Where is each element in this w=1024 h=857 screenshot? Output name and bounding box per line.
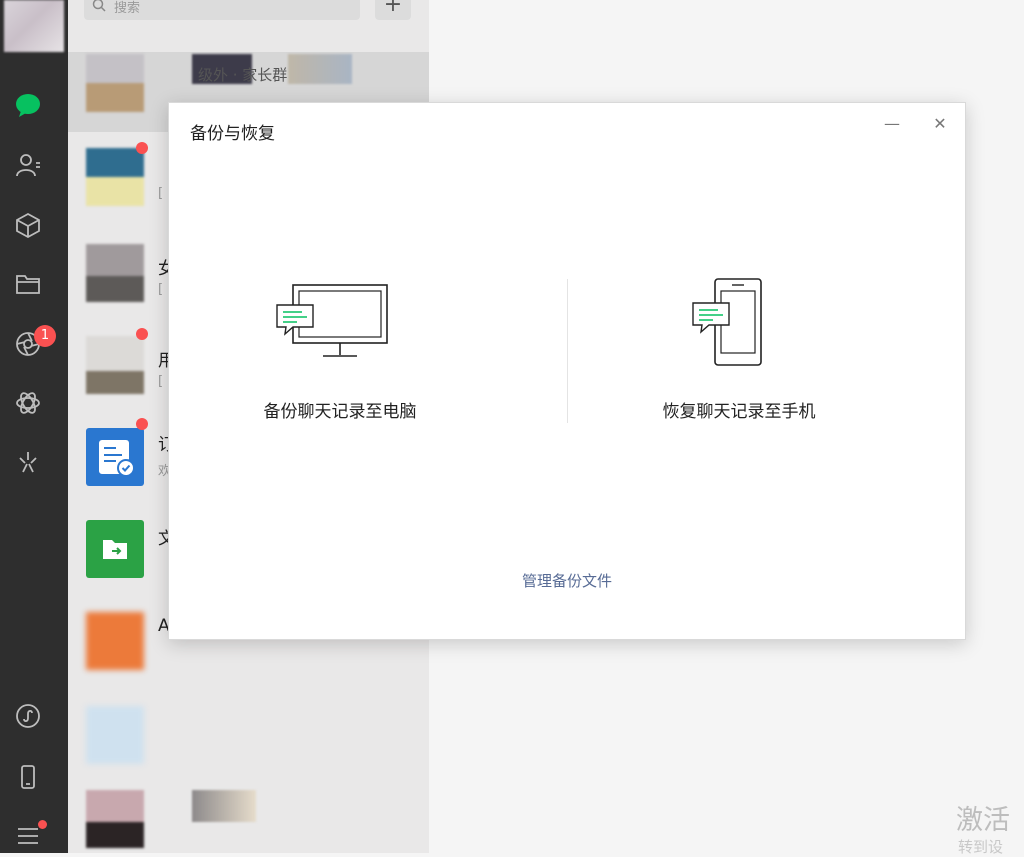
moments-badge: 1 xyxy=(34,325,56,347)
file-transfer-icon xyxy=(86,520,144,578)
chat-avatar xyxy=(86,244,144,302)
chat-avatar xyxy=(86,148,144,206)
folder-icon[interactable] xyxy=(14,270,42,298)
divider xyxy=(567,279,568,423)
list-item[interactable] xyxy=(68,690,429,770)
restore-to-phone-option[interactable]: 恢复聊天记录至手机 xyxy=(599,273,879,433)
activation-watermark: 激活 xyxy=(956,805,1010,836)
mini-program-icon[interactable] xyxy=(14,702,42,730)
unread-dot xyxy=(136,418,148,430)
close-button[interactable]: ✕ xyxy=(927,111,953,137)
chat-avatar xyxy=(86,790,144,848)
contacts-icon[interactable] xyxy=(14,151,42,179)
chat-avatar xyxy=(86,612,144,670)
subscription-icon xyxy=(86,428,144,486)
chat-avatar-blur xyxy=(192,790,256,822)
chat-preview: [ xyxy=(158,282,164,297)
search-spark-icon[interactable] xyxy=(14,448,42,476)
manage-backup-link[interactable]: 管理备份文件 xyxy=(169,570,965,591)
chat-avatar xyxy=(86,54,144,112)
chat-icon[interactable] xyxy=(14,91,42,119)
computer-chat-icon xyxy=(276,284,388,357)
chat-preview: [ xyxy=(158,374,164,389)
phone-chat-icon xyxy=(692,278,762,366)
search-box[interactable]: 搜索 xyxy=(84,0,360,20)
unread-dot xyxy=(136,142,148,154)
chat-avatar-blur xyxy=(288,54,352,84)
search-placeholder: 搜索 xyxy=(114,1,141,16)
unread-dot xyxy=(136,328,148,340)
chat-avatar xyxy=(86,336,144,394)
minimize-button[interactable]: — xyxy=(879,111,905,137)
search-icon xyxy=(92,0,106,12)
chat-avatar xyxy=(86,706,144,764)
avatar[interactable] xyxy=(4,0,64,52)
dialog-title: 备份与恢复 xyxy=(190,124,275,144)
favorites-box-icon[interactable] xyxy=(14,211,42,239)
list-item[interactable] xyxy=(68,774,429,854)
menu-notification-dot xyxy=(38,820,47,829)
backup-restore-dialog: 备份与恢复 — ✕ 备份聊天记录至电脑 恢复聊天记录至手机 管理备份文件 xyxy=(168,102,966,640)
chat-title: 级外 · 家长群 xyxy=(198,66,288,84)
phone-icon[interactable] xyxy=(14,763,42,791)
backup-to-pc-option[interactable]: 备份聊天记录至电脑 xyxy=(200,273,480,433)
channels-icon[interactable] xyxy=(14,389,42,417)
left-sidebar: 1 xyxy=(0,0,68,853)
add-button[interactable]: + xyxy=(375,0,411,20)
restore-label: 恢复聊天记录至手机 xyxy=(662,402,816,422)
chat-preview: [ xyxy=(158,186,164,201)
activation-watermark-sub: 转到设 xyxy=(958,838,1004,856)
backup-label: 备份聊天记录至电脑 xyxy=(263,402,417,422)
